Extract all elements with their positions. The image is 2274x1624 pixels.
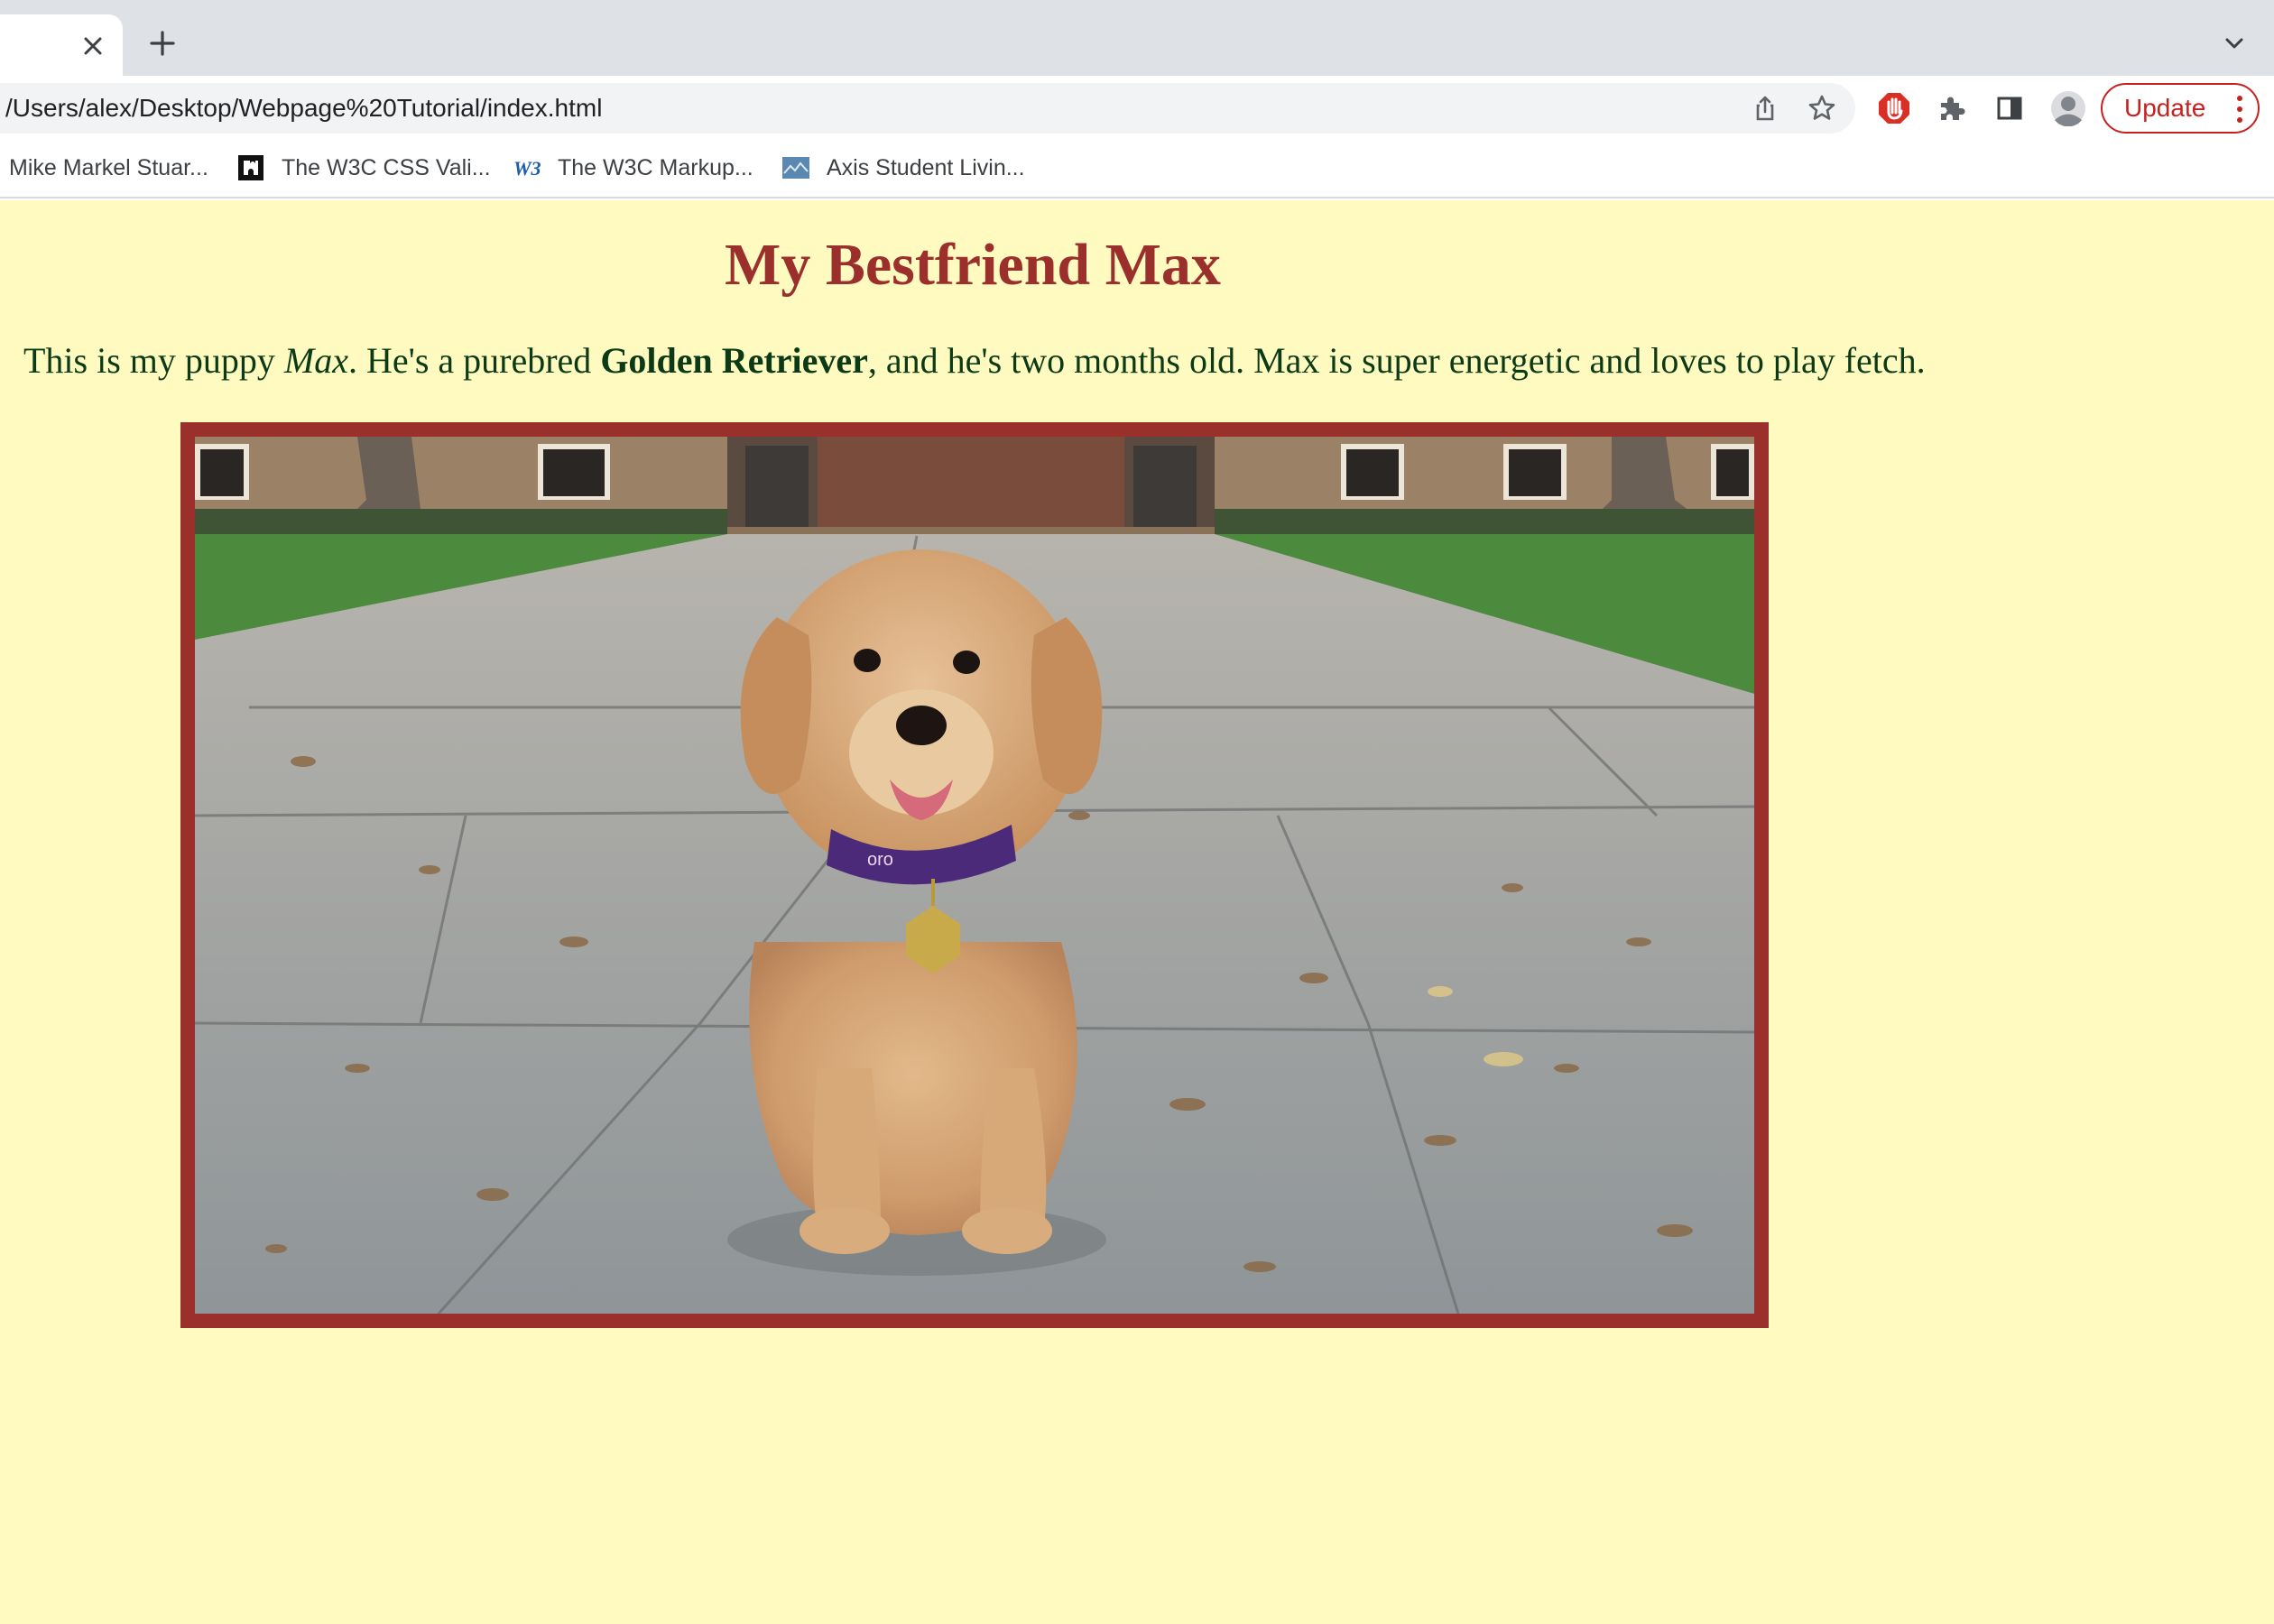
update-label: Update	[2124, 94, 2206, 122]
tab-search-button[interactable]	[2216, 27, 2252, 63]
avatar-icon[interactable]	[2048, 88, 2088, 128]
page-title: My Bestfriend Max	[725, 232, 1221, 298]
bookmark-mike-markel[interactable]: Mike Markel Stuar...	[9, 148, 208, 188]
address-bar[interactable]: /Users/alex/Desktop/Webpage%20Tutorial/i…	[0, 83, 1855, 134]
bookmark-axis-student-living[interactable]: Axis Student Livin...	[781, 148, 1025, 188]
breed-name: Golden Retriever	[600, 340, 868, 381]
bookmark-w3c-css-validator[interactable]: The W3C CSS Vali...	[236, 148, 491, 188]
image-favicon-icon	[781, 153, 810, 182]
update-button[interactable]: Update	[2101, 83, 2260, 134]
stop-hand-icon[interactable]	[1874, 88, 1914, 128]
puzzle-icon[interactable]	[1932, 88, 1972, 128]
intro-text-2: . He's a purebred	[347, 340, 601, 381]
intro-text-3: , and he's two months old. Max is super …	[867, 340, 1926, 381]
bookmark-label: Mike Markel Stuar...	[9, 154, 208, 180]
new-tab-button[interactable]	[144, 27, 180, 63]
svg-text:W3: W3	[513, 157, 541, 180]
close-icon[interactable]	[78, 31, 108, 61]
bookmarks-bar: Mike Markel Stuar... The W3C CSS Vali...…	[0, 139, 2274, 198]
puzzle-favicon-icon	[236, 153, 265, 182]
intro-paragraph: This is my puppy Max. He's a purebred Go…	[23, 339, 1926, 382]
star-icon[interactable]	[1804, 90, 1840, 126]
bookmark-w3c-markup-validator[interactable]: W3 The W3C Markup...	[513, 148, 753, 188]
w3c-favicon-icon: W3	[513, 153, 541, 182]
svg-text:oro: oro	[867, 850, 893, 870]
kebab-menu-icon[interactable]	[2236, 96, 2243, 123]
intro-text-1: This is my puppy	[23, 340, 284, 381]
page-body: My Bestfriend Max This is my puppy Max. …	[0, 200, 2274, 1624]
share-icon[interactable]	[1747, 90, 1783, 126]
puppy-name: Max	[283, 340, 348, 381]
chevron-down-icon	[2223, 32, 2245, 59]
bookmark-label: The W3C Markup...	[558, 154, 753, 180]
golden-retriever-puppy-photo: oro	[195, 437, 1754, 1314]
side-panel-icon[interactable]	[1990, 88, 2029, 128]
tab-strip	[0, 0, 2274, 76]
browser-toolbar: /Users/alex/Desktop/Webpage%20Tutorial/i…	[0, 76, 2274, 139]
bookmark-label: The W3C CSS Vali...	[282, 154, 491, 180]
puppy-photo: oro	[180, 422, 1769, 1328]
plus-icon	[150, 30, 175, 60]
url-text[interactable]: /Users/alex/Desktop/Webpage%20Tutorial/i…	[5, 83, 602, 134]
active-tab[interactable]	[0, 14, 123, 76]
bookmark-label: Axis Student Livin...	[827, 154, 1025, 180]
